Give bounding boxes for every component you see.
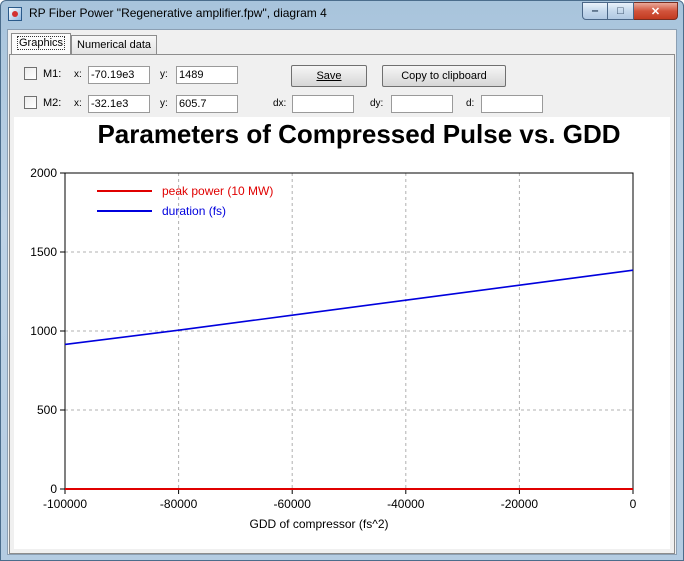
client-area: Graphics Numerical data M1: x: -70.19e3 … <box>7 29 677 555</box>
x-tick-label: -60000 <box>274 497 312 511</box>
marker-row-m2: M2: x: -32.1e3 y: 605.7 dx: dy: d: <box>10 94 674 114</box>
chart-area[interactable]: Parameters of Compressed Pulse vs. GDD -1… <box>14 117 670 549</box>
caption-buttons: ‒ □ ✕ <box>582 2 678 20</box>
y-tick-label: 2000 <box>30 166 57 180</box>
chart-title: Parameters of Compressed Pulse vs. GDD <box>97 119 620 149</box>
copy-to-clipboard-button[interactable]: Copy to clipboard <box>382 65 506 87</box>
dy-label: dy: <box>370 98 384 109</box>
m2-y-label: y: <box>160 98 168 109</box>
x-tick-label: -100000 <box>43 497 87 511</box>
app-icon[interactable] <box>8 7 22 21</box>
tab-numerical-data-label: Numerical data <box>77 39 152 51</box>
x-tick-label: 0 <box>630 497 637 511</box>
y-tick-label: 1000 <box>30 324 57 338</box>
dx-label: dx: <box>273 98 287 109</box>
m2-x-label: x: <box>74 98 82 109</box>
app-window: RP Fiber Power "Regenerative amplifier.f… <box>0 0 684 561</box>
d-label: d: <box>466 98 475 109</box>
m1-label: M1: <box>43 68 62 80</box>
window-title: RP Fiber Power "Regenerative amplifier.f… <box>29 6 327 20</box>
series-line-2 <box>64 269 634 346</box>
d-field[interactable] <box>481 95 543 113</box>
m2-label: M2: <box>43 97 62 109</box>
title-bar[interactable]: RP Fiber Power "Regenerative amplifier.f… <box>1 1 683 29</box>
save-button-label: Save <box>316 70 342 82</box>
maximize-button[interactable]: □ <box>608 2 634 20</box>
close-button[interactable]: ✕ <box>634 2 678 20</box>
x-tick-label: -20000 <box>501 497 539 511</box>
legend-label-2: duration (fs) <box>162 204 226 218</box>
dy-field[interactable] <box>391 95 453 113</box>
save-button[interactable]: Save <box>291 65 367 87</box>
graphics-panel: M1: x: -70.19e3 y: 1489 Save Copy to cli… <box>9 54 675 554</box>
x-tick-label: -40000 <box>387 497 425 511</box>
m1-x-field[interactable]: -70.19e3 <box>88 66 150 84</box>
m2-x-field[interactable]: -32.1e3 <box>88 95 150 113</box>
chart-svg[interactable]: Parameters of Compressed Pulse vs. GDD -1… <box>14 117 670 549</box>
tab-graphics[interactable]: Graphics <box>11 33 72 54</box>
tab-graphics-label: Graphics <box>17 36 66 50</box>
dx-field[interactable] <box>292 95 354 113</box>
minimize-button[interactable]: ‒ <box>582 2 608 20</box>
y-tick-label: 0 <box>50 482 57 496</box>
m1-x-label: x: <box>74 69 82 80</box>
x-axis-label: GDD of compressor (fs^2) <box>250 517 389 531</box>
legend-label-1: peak power (10 MW) <box>162 184 273 198</box>
tab-strip: Graphics Numerical data <box>11 33 158 55</box>
marker-row-m1: M1: x: -70.19e3 y: 1489 Save Copy to cli… <box>10 65 674 87</box>
m1-y-field[interactable]: 1489 <box>176 66 238 84</box>
m2-checkbox[interactable] <box>24 96 37 109</box>
y-tick-label: 1500 <box>30 245 57 259</box>
x-tick-label: -80000 <box>160 497 198 511</box>
m2-y-field[interactable]: 605.7 <box>176 95 238 113</box>
tab-numerical-data[interactable]: Numerical data <box>71 35 158 54</box>
m1-checkbox[interactable] <box>24 67 37 80</box>
y-tick-label: 500 <box>37 403 57 417</box>
m1-y-label: y: <box>160 69 168 80</box>
